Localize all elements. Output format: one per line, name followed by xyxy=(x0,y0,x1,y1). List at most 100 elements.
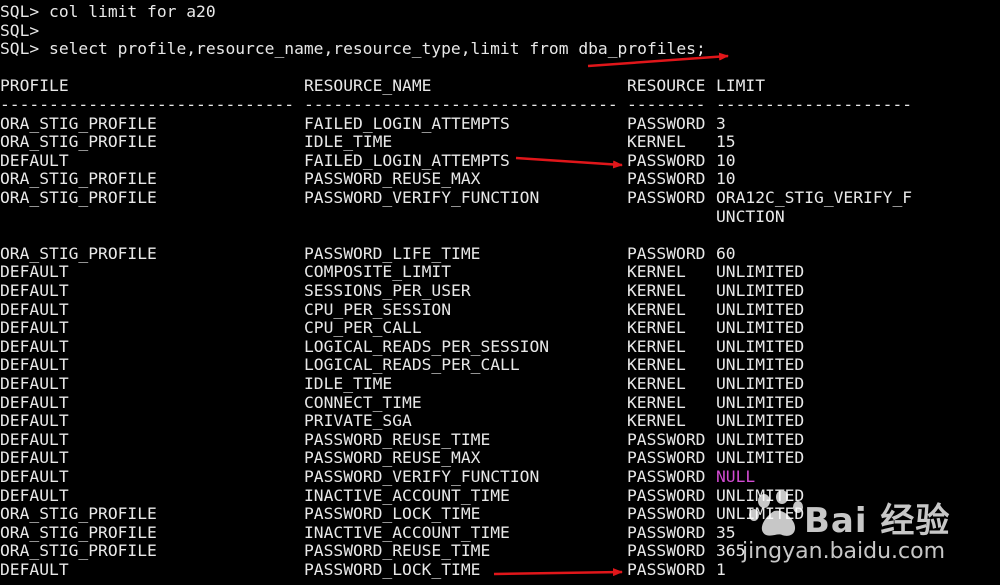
result-header-row: PROFILE RESOURCE_NAME RESOURCE LIMIT xyxy=(0,77,765,96)
cell-limit: ORA12C_STIG_VERIFY_F xyxy=(716,188,913,207)
cell-resource-type: PASSWORD xyxy=(627,243,706,263)
cell-resource-type: KERNEL xyxy=(627,262,686,282)
cell-resource-type: PASSWORD xyxy=(627,188,706,207)
cell-profile: DEFAULT xyxy=(0,429,69,449)
cell-resource-type: PASSWORD xyxy=(627,113,706,133)
cell-resource-type: KERNEL xyxy=(627,355,686,375)
cell-profile: ORA_STIG_PROFILE xyxy=(0,113,157,133)
cell-limit: 365 xyxy=(716,541,746,561)
separator-profile: ------------------------------ xyxy=(0,95,295,114)
cell-resource-name: INACTIVE_ACCOUNT_TIME xyxy=(304,485,510,505)
cell-limit: 10 xyxy=(716,150,736,170)
separator-resource-name: -------------------------------- xyxy=(304,95,618,114)
cell-resource-name: PASSWORD_LOCK_TIME xyxy=(304,560,481,579)
arrow-to-default-failed-login xyxy=(515,156,623,169)
cell-resource-name: PASSWORD_VERIFY_FUNCTION xyxy=(304,188,540,207)
cell-resource-name: FAILED_LOGIN_ATTEMPTS xyxy=(304,150,510,170)
cell-resource-name: IDLE_TIME xyxy=(304,132,393,152)
cell-resource-name: PASSWORD_LOCK_TIME xyxy=(304,504,481,524)
header-resource-type: RESOURCE xyxy=(627,76,706,96)
cell-limit: UNLIMITED xyxy=(716,374,805,393)
cell-resource-name: LOGICAL_READS_PER_SESSION xyxy=(304,336,550,356)
cell-profile: DEFAULT xyxy=(0,262,69,282)
cell-resource-name: CONNECT_TIME xyxy=(304,392,422,412)
cell-resource-name: PASSWORD_REUSE_TIME xyxy=(304,429,491,449)
watermark-brand: Bai 经验 xyxy=(804,501,951,541)
header-profile: PROFILE xyxy=(0,76,69,96)
cell-resource-type: PASSWORD xyxy=(627,467,706,486)
cell-limit: UNLIMITED xyxy=(716,429,805,449)
cell-resource-type: KERNEL xyxy=(627,132,686,152)
cell-resource-type: PASSWORD xyxy=(627,541,706,561)
cell-limit: UNLIMITED xyxy=(716,355,805,375)
cell-limit: UNLIMITED xyxy=(716,411,805,431)
cell-profile: ORA_STIG_PROFILE xyxy=(0,504,157,524)
cell-resource-type: KERNEL xyxy=(627,336,686,356)
cell-profile: DEFAULT xyxy=(0,336,69,356)
cell-resource-type: PASSWORD xyxy=(627,150,706,170)
baidu-paw-icon xyxy=(749,491,803,536)
cell-limit: UNLIMITED xyxy=(716,318,805,338)
cell-resource-type: PASSWORD xyxy=(627,429,706,449)
terminal-window[interactable]: SQL> col limit for a20 SQL> SQL> select … xyxy=(0,0,1000,585)
cell-resource-type: PASSWORD xyxy=(627,485,706,505)
cell-profile: DEFAULT xyxy=(0,318,69,338)
cell-limit: UNLIMITED xyxy=(716,262,805,282)
cell-resource-name: PASSWORD_LIFE_TIME xyxy=(304,243,481,263)
cell-resource-name: IDLE_TIME xyxy=(304,374,393,393)
cell-profile: ORA_STIG_PROFILE xyxy=(0,541,157,561)
sql-prompt-line-2: SQL> xyxy=(0,20,40,40)
cell-limit: 60 xyxy=(716,243,736,263)
watermark-url: jingyan.baidu.com xyxy=(742,539,946,564)
cell-limit: UNLIMITED xyxy=(716,448,805,468)
cell-limit: NULL xyxy=(716,467,756,486)
cell-profile: DEFAULT xyxy=(0,299,69,319)
cell-limit: UNLIMITED xyxy=(716,281,805,300)
cell-profile: DEFAULT xyxy=(0,560,69,579)
cell-resource-type: KERNEL xyxy=(627,318,686,338)
separator-limit: -------------------- xyxy=(716,95,913,114)
cell-resource-type: KERNEL xyxy=(627,299,686,319)
cell-resource-name: CPU_PER_SESSION xyxy=(304,299,452,319)
cell-limit-wrap: UNCTION xyxy=(716,206,785,226)
result-separator-row: ------------------------------ ---------… xyxy=(0,95,912,115)
cell-resource-name: COMPOSITE_LIMIT xyxy=(304,262,452,282)
cell-profile: DEFAULT xyxy=(0,150,69,170)
cell-limit: UNLIMITED xyxy=(716,392,805,412)
cell-resource-name: PASSWORD_REUSE_MAX xyxy=(304,169,481,189)
cell-resource-name: PASSWORD_VERIFY_FUNCTION xyxy=(304,467,540,486)
cell-resource-name: SESSIONS_PER_USER xyxy=(304,281,471,300)
cell-resource-name: INACTIVE_ACCOUNT_TIME xyxy=(304,522,510,542)
cell-limit: 3 xyxy=(716,113,726,133)
cell-limit: UNLIMITED xyxy=(716,299,805,319)
arrow-to-default-lock-time xyxy=(493,568,623,577)
cell-limit: 15 xyxy=(716,132,736,152)
header-limit: LIMIT xyxy=(716,76,766,96)
cell-resource-type: KERNEL xyxy=(627,281,686,300)
sql-prompt-line-1: SQL> col limit for a20 xyxy=(0,2,216,21)
cell-resource-name: PASSWORD_REUSE_TIME xyxy=(304,541,491,561)
cell-profile: DEFAULT xyxy=(0,355,69,375)
cell-resource-type: PASSWORD xyxy=(627,169,706,189)
cell-resource-type: PASSWORD xyxy=(627,448,706,468)
cell-limit: 35 xyxy=(716,522,736,542)
sql-prompt-line-3: SQL> select profile,resource_name,resour… xyxy=(0,39,706,59)
cell-resource-type: PASSWORD xyxy=(627,560,706,579)
cell-profile: DEFAULT xyxy=(0,392,69,412)
cell-limit: UNLIMITED xyxy=(716,336,805,356)
cell-profile: DEFAULT xyxy=(0,374,69,393)
cell-profile: DEFAULT xyxy=(0,411,69,431)
cell-resource-name: LOGICAL_READS_PER_CALL xyxy=(304,355,520,375)
cell-profile: DEFAULT xyxy=(0,448,69,468)
cell-profile: DEFAULT xyxy=(0,485,69,505)
cell-resource-type: KERNEL xyxy=(627,392,686,412)
cell-profile: ORA_STIG_PROFILE xyxy=(0,169,157,189)
cell-profile: DEFAULT xyxy=(0,281,69,300)
cell-profile: ORA_STIG_PROFILE xyxy=(0,522,157,542)
cell-resource-type: PASSWORD xyxy=(627,504,706,524)
cell-profile: DEFAULT xyxy=(0,467,69,486)
separator-resource-type: -------- xyxy=(627,95,706,114)
cell-resource-name: CPU_PER_CALL xyxy=(304,318,422,338)
cell-limit: 10 xyxy=(716,169,736,189)
cell-resource-name: FAILED_LOGIN_ATTEMPTS xyxy=(304,113,510,133)
